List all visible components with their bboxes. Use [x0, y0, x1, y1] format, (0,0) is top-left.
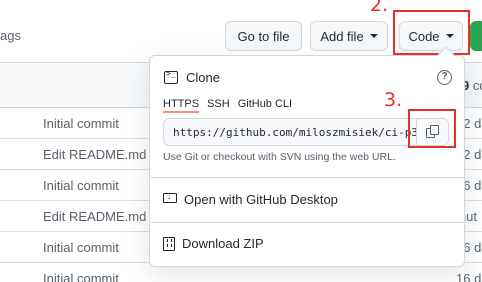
- menu-divider: [150, 177, 464, 178]
- question-icon[interactable]: ?: [437, 70, 452, 85]
- clone-header: Clone: [164, 69, 220, 85]
- go-to-file-button[interactable]: Go to file: [225, 21, 302, 51]
- clone-url-field: [163, 118, 449, 146]
- desktop-download-icon: ↓: [163, 193, 177, 206]
- tags-link-fragment[interactable]: ags: [0, 28, 21, 43]
- menu-divider: [150, 222, 464, 223]
- clone-dropdown: Clone ? HTTPS SSH GitHub CLI Use Git or …: [149, 46, 465, 267]
- commit-message[interactable]: Edit README.md: [43, 209, 146, 224]
- commit-count[interactable]: 9 cc: [462, 78, 482, 93]
- add-file-button[interactable]: Add file: [310, 21, 388, 51]
- clone-hint-text: Use Git or checkout with SVN using the w…: [163, 151, 396, 163]
- commit-message[interactable]: Initial commit: [43, 271, 119, 282]
- commit-message[interactable]: Edit README.md: [43, 147, 146, 162]
- annotation-box-step2: [393, 10, 470, 55]
- annotation-box-step3: [408, 109, 456, 148]
- clone-url-input[interactable]: [164, 119, 416, 145]
- commit-age: 16 da: [456, 271, 482, 282]
- tab-ssh[interactable]: SSH: [207, 98, 230, 113]
- clone-protocol-tabs: HTTPS SSH GitHub CLI: [163, 98, 292, 113]
- annotation-label-step2: 2.: [370, 0, 389, 16]
- clone-title: Clone: [186, 70, 220, 85]
- download-zip-label: Download ZIP: [182, 236, 264, 251]
- tab-https[interactable]: HTTPS: [163, 98, 200, 113]
- commit-message[interactable]: Initial commit: [43, 116, 119, 131]
- open-desktop-label: Open with GitHub Desktop: [184, 192, 338, 207]
- open-with-github-desktop[interactable]: ↓ Open with GitHub Desktop: [163, 192, 338, 207]
- add-file-label: Add file: [320, 28, 364, 44]
- commit-count-label: cc: [472, 78, 482, 93]
- chevron-down-icon: [369, 34, 378, 38]
- download-zip[interactable]: Download ZIP: [163, 236, 264, 251]
- tab-github-cli[interactable]: GitHub CLI: [238, 98, 292, 113]
- green-action-button[interactable]: [470, 21, 482, 51]
- annotation-label-step3: 3.: [384, 89, 403, 111]
- file-zip-icon: [163, 236, 175, 251]
- terminal-icon: [164, 69, 178, 84]
- commit-message[interactable]: Initial commit: [43, 178, 119, 193]
- go-to-file-label: Go to file: [237, 28, 290, 44]
- commit-message[interactable]: Initial commit: [43, 240, 119, 255]
